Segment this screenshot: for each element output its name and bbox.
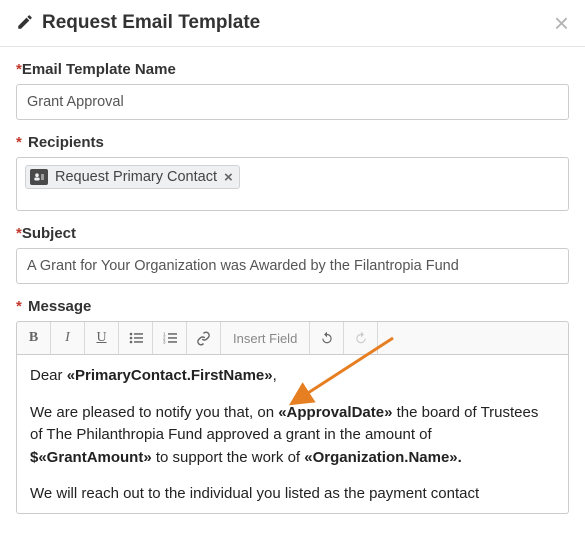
pencil-icon — [16, 13, 34, 34]
text: , — [273, 367, 277, 384]
italic-button[interactable]: I — [51, 322, 85, 354]
text: to support the work of — [152, 449, 305, 466]
chip-remove-icon[interactable]: × — [224, 170, 233, 185]
numbered-list-button[interactable]: 1 2 3 — [153, 322, 187, 354]
redo-button[interactable] — [344, 322, 378, 354]
text: We are pleased to notify you that, on — [30, 404, 278, 421]
link-button[interactable] — [187, 322, 221, 354]
recipient-chip: Request Primary Contact × — [25, 165, 240, 189]
text: We will reach out to the individual you … — [30, 485, 479, 502]
message-editor[interactable]: Dear «PrimaryContact.FirstName», We are … — [17, 355, 568, 514]
contact-card-icon — [30, 169, 48, 185]
subject-input[interactable] — [16, 248, 569, 284]
recipients-input[interactable]: Request Primary Contact × — [16, 157, 569, 211]
recipients-label: Recipients — [16, 134, 569, 151]
recipient-chip-label: Request Primary Contact — [55, 169, 217, 185]
subject-label: Subject — [16, 225, 569, 242]
undo-button[interactable] — [310, 322, 344, 354]
template-name-label: Email Template Name — [16, 61, 569, 78]
modal-body: Email Template Name Recipients Request P… — [0, 47, 585, 514]
insert-field-button[interactable]: Insert Field — [221, 322, 310, 354]
message-label: Message — [16, 298, 569, 315]
modal-title: Request Email Template — [42, 12, 260, 34]
editor-toolbar: B I U 1 2 3 — [16, 321, 569, 354]
bold-button[interactable]: B — [17, 322, 51, 354]
merge-field-approval-date: «ApprovalDate» — [278, 404, 392, 421]
bullet-list-button[interactable] — [119, 322, 153, 354]
template-name-input[interactable] — [16, 84, 569, 120]
svg-text:3: 3 — [163, 340, 166, 345]
text: Dear — [30, 367, 67, 384]
merge-field-primary-contact-firstname: «PrimaryContact.FirstName» — [67, 367, 273, 384]
close-icon[interactable]: × — [554, 13, 569, 33]
merge-field-grant-amount: $«GrantAmount» — [30, 449, 152, 466]
underline-button[interactable]: U — [85, 322, 119, 354]
merge-field-organization-name: «Organization.Name». — [304, 449, 462, 466]
message-editor-container: Dear «PrimaryContact.FirstName», We are … — [16, 354, 569, 514]
modal-header: Request Email Template × — [0, 0, 585, 47]
